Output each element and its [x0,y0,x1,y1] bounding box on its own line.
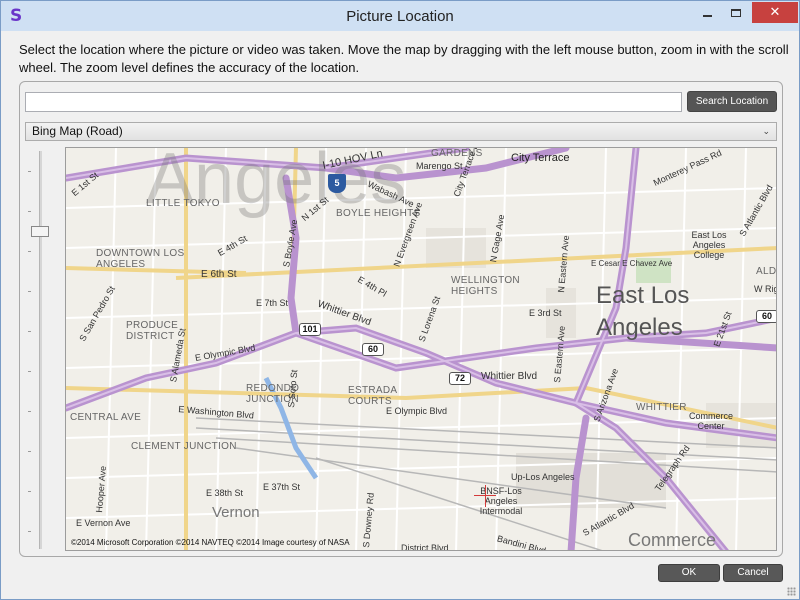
chevron-down-icon: ⌄ [762,126,770,136]
search-input[interactable] [25,92,682,112]
map-label-e38th: E 38th St [206,488,244,498]
minimize-icon [702,14,712,17]
map-label-e3rd: E 3rd St [529,308,562,318]
map-type-select[interactable]: Bing Map (Road) ⌄ [25,122,777,141]
map-label-bnsf: BNSF-Los Angeles Intermodal [479,486,523,516]
map-label-whittier: WHITTIER [636,402,687,413]
map-label-up-los-angeles: Up-Los Angeles [511,472,575,482]
map-label-e37th: E 37th St [263,482,301,492]
map-label-clement-junction: CLEMENT JUNCTION [131,441,237,452]
instructions-text: Select the location where the picture or… [19,42,789,75]
us-101-shield: 101 [299,323,321,336]
zoom-slider-tick [28,211,31,212]
map-label-east-los-angeles-2: Angeles [596,314,683,341]
map-type-selected-value: Bing Map (Road) [32,124,123,138]
map-label-east-los-angeles-1: East Los [596,282,690,309]
zoom-slider[interactable] [28,151,52,549]
map-label-central-ave: CENTRAL AVE [70,412,142,423]
ca-72-shield: 72 [449,372,471,385]
map-label-ald: ALD [756,266,777,277]
map-label-vernon: Vernon [212,504,260,521]
map-label-estrada-courts: ESTRADA COURTS [348,385,397,407]
zoom-slider-tick [28,491,31,492]
zoom-slider-tick [28,371,31,372]
title-bar[interactable]: S Picture Location ✕ [1,1,799,31]
map-label-redondo-junction: REDONDO JUNCTION [246,383,300,405]
ca-60-shield: 60 [362,343,384,356]
close-button[interactable]: ✕ [752,2,798,23]
i5-shield: 5 [328,174,346,193]
map-label-east-la-college: East Los Angeles College [691,230,727,260]
map-label-marengo: Marengo St [416,161,463,171]
zoom-slider-thumb[interactable] [31,226,49,237]
map-label-wellington-heights: WELLINGTON HEIGHTS [451,275,520,297]
location-crosshair-icon [474,495,496,496]
zoom-slider-tick [28,171,31,172]
map-label-e-olympic-2: E Olympic Blvd [386,406,448,416]
map-label-e-cesar: E Cesar E Chavez Ave [591,259,673,268]
map-label-city-terrace: City Terrace [511,152,570,164]
map-label-commerce: Commerce [628,530,717,550]
picture-location-window: S Picture Location ✕ Select the location… [0,0,800,600]
map-label-whittier-blvd-2: Whittier Blvd [481,371,538,382]
location-crosshair-icon [485,485,486,507]
map-label-district-blvd: District Blvd [401,543,449,551]
map-copyright: ©2014 Microsoft Corporation ©2014 NAVTEQ… [71,538,350,547]
map-label-e7th: E 7th St [256,298,289,308]
search-location-button[interactable]: Search Location [687,91,777,112]
map-label-w-rigg: W Rigg [754,284,776,294]
maximize-button[interactable] [723,2,749,23]
resize-grip-icon[interactable] [787,587,796,596]
map-label-e6th: E 6th St [201,269,237,280]
map-label-commerce-center: Commerce Center [688,411,733,431]
zoom-slider-tick [28,251,31,252]
cancel-button[interactable]: Cancel [723,564,783,582]
ca-60-shield: 60 [756,310,776,323]
minimize-button[interactable] [694,2,720,23]
zoom-slider-track[interactable] [39,151,42,549]
window-title: Picture Location [346,8,454,25]
zoom-slider-tick [28,411,31,412]
map-label-little-tokyo: LITTLE TOKYO [146,198,220,209]
map-label-e-vernon: E Vernon Ave [76,518,131,528]
close-icon: ✕ [769,5,781,20]
ok-button[interactable]: OK [658,564,720,582]
zoom-slider-tick [28,331,31,332]
zoom-slider-tick [28,531,31,532]
zoom-slider-tick [28,291,31,292]
map-label-downtown: DOWNTOWN LOS ANGELES [96,248,185,270]
maximize-icon [731,8,741,17]
zoom-slider-tick [28,451,31,452]
map-view[interactable]: Angeles LITTLE TOKYO DOWNTOWN LOS ANGELE… [65,147,777,551]
